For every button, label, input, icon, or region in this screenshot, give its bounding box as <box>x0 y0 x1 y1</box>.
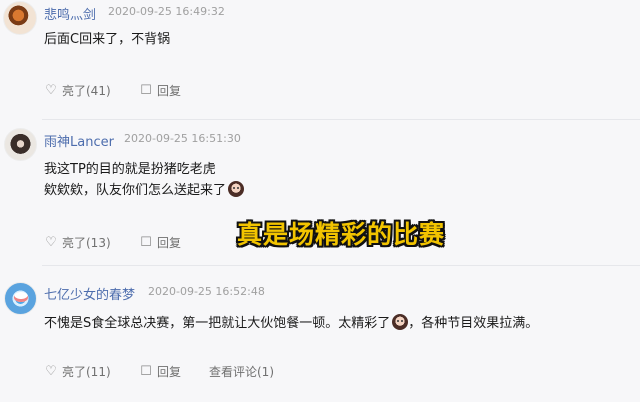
comment-text: 我这TP的目的就是扮猪吃老虎 <box>44 162 216 177</box>
comment-text-line: 不愧是S食全球总决赛，第一把就让大伙饱餐一顿。太精彩了 ，各种节目效果拉满。 <box>44 314 538 333</box>
reply-icon: ☐ <box>140 363 152 379</box>
username[interactable]: 雨神Lancer <box>44 131 114 150</box>
like-icon: ♡ <box>45 234 57 250</box>
comment-text: 欸欸欸，队友你们怎么送起来了 <box>44 183 227 198</box>
username[interactable]: 七亿少女的春梦 <box>44 284 135 303</box>
like-icon: ♡ <box>45 363 57 379</box>
comment-item: 七亿少女的春梦 2020-09-25 16:52:48 不愧是S食全球总决赛，第… <box>0 266 640 402</box>
avatar[interactable] <box>4 282 37 315</box>
like-button[interactable]: ♡ 亮了(13) <box>44 234 111 251</box>
like-count: 亮了(13) <box>62 236 111 250</box>
emoji-icon <box>228 181 245 197</box>
timestamp: 2020-09-25 16:49:32 <box>108 5 225 18</box>
view-replies-link[interactable]: 查看评论(1) <box>209 363 274 380</box>
comment-text-second-line: 欸欸欸，队友你们怎么送起来了 <box>44 181 245 200</box>
like-count: 亮了(11) <box>62 365 111 379</box>
reply-label: 回复 <box>157 236 182 250</box>
like-button[interactable]: ♡ 亮了(11) <box>44 363 111 380</box>
like-button[interactable]: ♡ 亮了(41) <box>44 82 111 99</box>
reply-button[interactable]: ☐ 回复 <box>139 363 181 380</box>
comment-text-continued: ，各种节目效果拉满。 <box>408 316 539 331</box>
comment-feed: 悲鸣灬剑 2020-09-25 16:49:32 后面C回来了，不背锅 ♡ 亮了… <box>0 0 640 402</box>
like-icon: ♡ <box>45 82 57 98</box>
avatar[interactable] <box>3 1 37 35</box>
comment-text: 后面C回来了，不背锅 <box>44 32 171 47</box>
reply-label: 回复 <box>157 84 182 98</box>
reply-button[interactable]: ☐ 回复 <box>139 82 181 99</box>
reply-label: 回复 <box>157 365 182 379</box>
caption-overlay: 真是场精彩的比赛 <box>237 220 446 249</box>
timestamp: 2020-09-25 16:52:48 <box>148 285 265 298</box>
username[interactable]: 悲鸣灬剑 <box>44 4 96 23</box>
comment-text: 不愧是S食全球总决赛，第一把就让大伙饱餐一顿。太精彩了 <box>44 316 391 331</box>
reply-icon: ☐ <box>140 82 152 98</box>
reply-button[interactable]: ☐ 回复 <box>139 234 181 251</box>
avatar[interactable] <box>4 128 37 161</box>
timestamp: 2020-09-25 16:51:30 <box>124 132 241 145</box>
like-count: 亮了(41) <box>62 84 111 98</box>
reply-icon: ☐ <box>140 234 152 250</box>
view-replies-label: 查看评论(1) <box>209 365 274 379</box>
comment-item: 悲鸣灬剑 2020-09-25 16:49:32 后面C回来了，不背锅 ♡ 亮了… <box>0 0 640 120</box>
emoji-icon <box>392 314 409 330</box>
